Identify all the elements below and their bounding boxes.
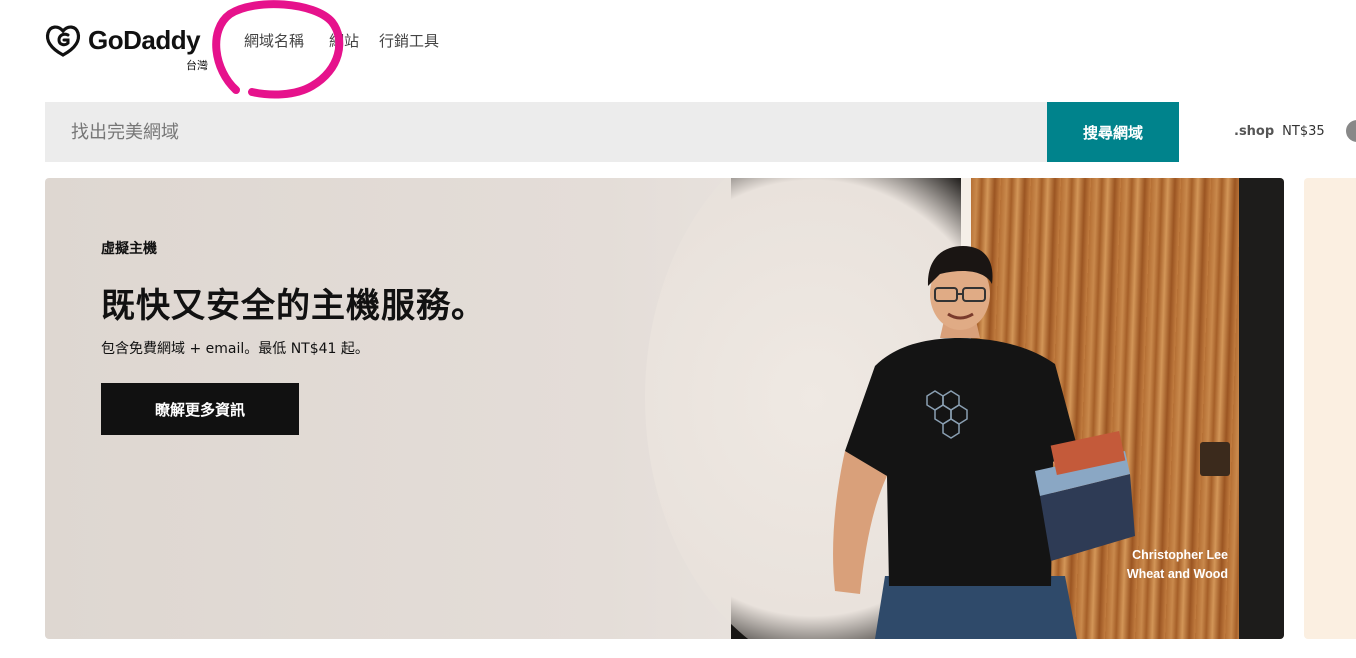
hero-banner: 虛擬主機 既快又安全的主機服務。 包含免費網域 + email。最低 NT$41…: [45, 178, 1284, 639]
credit-name: Christopher Lee: [1132, 548, 1228, 562]
domain-search-input[interactable]: [45, 102, 1047, 162]
main-nav: 網域名稱 網站 行銷工具: [244, 30, 459, 51]
credit-company: Wheat and Wood: [1126, 567, 1228, 581]
hero-person-image: [833, 246, 1135, 639]
hero-photo-credit: Christopher Lee Wheat and Wood: [1095, 546, 1228, 584]
next-hero-card[interactable]: [1304, 178, 1356, 639]
door-handle-image: [1200, 442, 1230, 476]
promo-next-icon[interactable]: [1346, 120, 1356, 142]
nav-item-marketing[interactable]: 行銷工具: [379, 30, 439, 51]
hero-headline: 既快又安全的主機服務。: [101, 286, 486, 326]
nav-item-websites[interactable]: 網站: [329, 30, 359, 51]
hero-black-edge: [1239, 178, 1284, 639]
godaddy-logo-icon: [45, 25, 81, 57]
domain-search-bar: 搜尋網域: [45, 102, 1179, 162]
search-domain-button[interactable]: 搜尋網域: [1047, 102, 1179, 162]
pink-circle-annotation: [212, 0, 344, 99]
hero-subtext: 包含免費網域 + email。最低 NT$41 起。: [101, 341, 369, 357]
locale-label[interactable]: 台灣: [186, 57, 208, 73]
hero-eyebrow: 虛擬主機: [101, 241, 157, 257]
brand-name: GoDaddy: [88, 24, 201, 55]
nav-item-domains[interactable]: 網域名稱: [244, 30, 304, 51]
learn-more-button[interactable]: 瞭解更多資訊: [101, 383, 299, 435]
promo-tld: .shop: [1234, 124, 1275, 139]
tld-promo[interactable]: .shop NT$35: [1234, 124, 1325, 139]
promo-price: NT$35: [1282, 124, 1325, 139]
godaddy-logo[interactable]: GoDaddy: [44, 20, 201, 60]
